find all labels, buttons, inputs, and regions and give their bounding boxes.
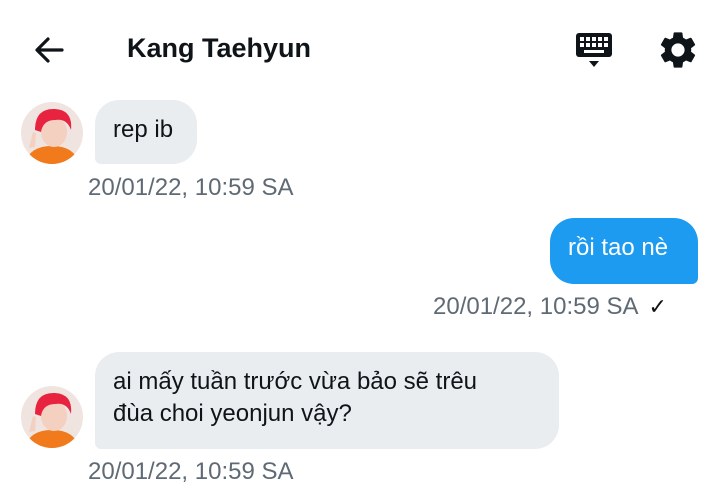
chat-header: Kang Taehyun [0, 0, 720, 96]
avatar[interactable] [21, 386, 83, 448]
message-timestamp: 20/01/22, 10:59 SA [433, 293, 639, 320]
sent-check-icon: ✓ [648, 294, 667, 319]
gear-icon [660, 32, 696, 68]
back-button[interactable] [30, 30, 70, 70]
message-text-line: ai mấy tuần trước vừa bảo sẽ trêu [113, 368, 478, 395]
message-timestamp: 20/01/22, 10:59 SA [88, 174, 294, 201]
keyboard-button[interactable] [572, 30, 616, 72]
avatar-image [21, 386, 83, 448]
avatar-image [21, 102, 83, 164]
avatar[interactable] [21, 102, 83, 164]
conversation-title[interactable]: Kang Taehyun [127, 30, 311, 66]
message-bubble-incoming[interactable]: ai mấy tuần trước vừa bảo sẽ trêu đùa ch… [95, 352, 559, 449]
message-text: rồi tao nè [568, 234, 669, 261]
message-bubble-incoming[interactable]: rep ib [95, 100, 197, 164]
message-meta: 20/01/22, 10:59 SA ✓ [433, 292, 667, 322]
message-text: rep ib [113, 116, 174, 143]
message-timestamp: 20/01/22, 10:59 SA [88, 458, 294, 485]
settings-button[interactable] [656, 28, 700, 72]
keyboard-icon [576, 33, 612, 67]
message-bubble-outgoing[interactable]: rồi tao nè [550, 218, 698, 284]
message-text-line: đùa choi yeonjun vậy? [113, 400, 352, 427]
arrow-left-icon [35, 37, 64, 63]
